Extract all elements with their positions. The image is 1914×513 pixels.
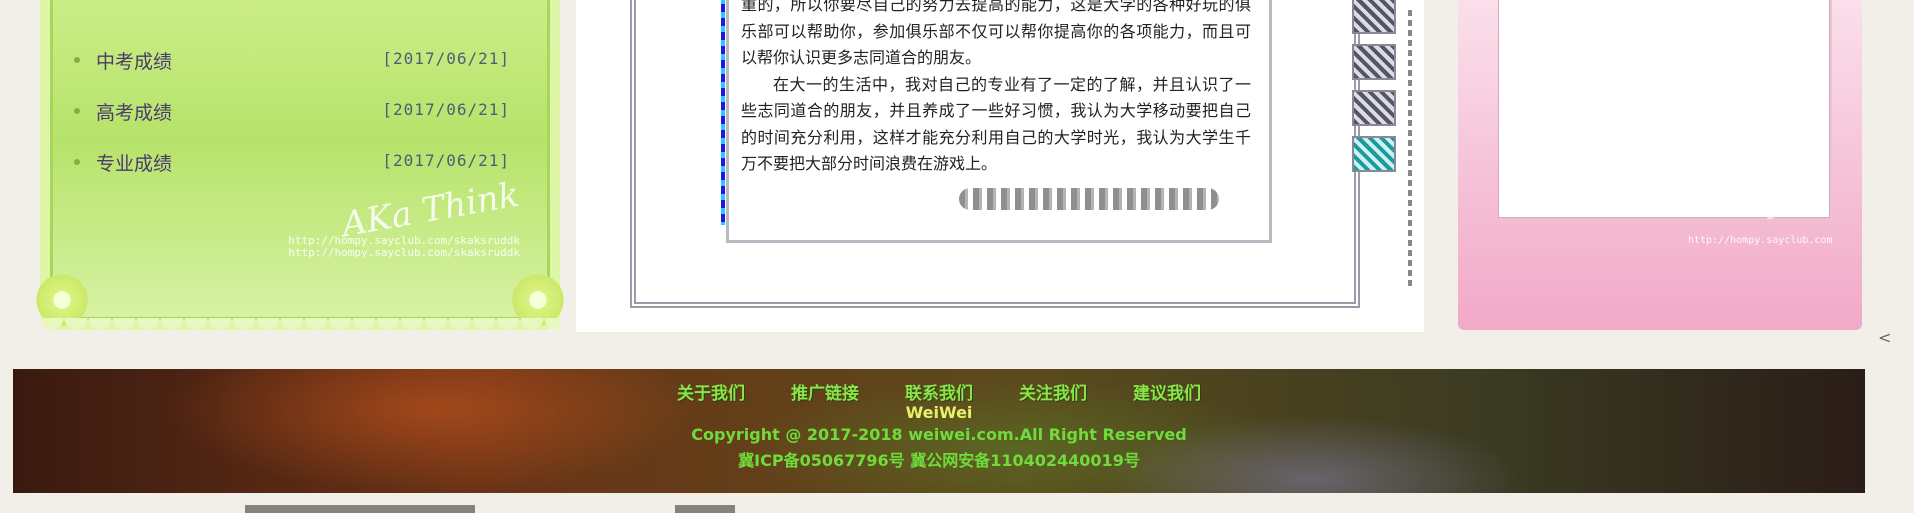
footer-link-about[interactable]: 关于我们 bbox=[677, 379, 745, 404]
bullet-icon bbox=[74, 159, 80, 165]
footer-nav: 关于我们 推广链接 联系我们 关注我们 建议我们 bbox=[13, 369, 1865, 404]
notepad-paper bbox=[1498, 0, 1830, 218]
news-title[interactable]: 专业成绩 bbox=[96, 149, 172, 176]
list-item[interactable]: 高考成绩 [2017/06/21] bbox=[70, 86, 510, 137]
list-item[interactable]: 中考成绩 [2017/06/21] bbox=[70, 35, 510, 86]
bottom-edge-decoration bbox=[245, 505, 475, 513]
article-paragraph: 重的，所以你要尽自己的努力去提高的能力，这是大学的各种好玩的俱乐部可以帮助你，参… bbox=[741, 0, 1251, 67]
news-title[interactable]: 中考成绩 bbox=[96, 47, 172, 74]
panel-signature-url: http://hompy.sayclub.com/skaksruddk http… bbox=[288, 234, 520, 259]
list-item[interactable]: 专业成绩 [2017/06/21] bbox=[70, 137, 510, 188]
ornament-icon bbox=[1352, 136, 1396, 172]
scroll-left-icon[interactable]: < bbox=[1878, 328, 1891, 347]
news-date: [2017/06/21] bbox=[382, 49, 510, 68]
news-date: [2017/06/21] bbox=[382, 100, 510, 119]
news-date: [2017/06/21] bbox=[382, 151, 510, 170]
footer-link-follow[interactable]: 关注我们 bbox=[1019, 379, 1087, 404]
footer-link-promote[interactable]: 推广链接 bbox=[791, 379, 859, 404]
frame-edge-decoration bbox=[721, 0, 725, 225]
news-title[interactable]: 高考成绩 bbox=[96, 98, 172, 125]
scallop-border bbox=[40, 318, 560, 342]
site-footer: 关于我们 推广链接 联系我们 关注我们 建议我们 WeiWei Copyrigh… bbox=[13, 369, 1865, 493]
article-frame-inner: 重的，所以你要尽自己的努力去提高的能力，这是大学的各种好玩的俱乐部可以帮助你，参… bbox=[721, 0, 1272, 243]
ornament-icon bbox=[1352, 44, 1396, 80]
footer-brand: WeiWei bbox=[905, 403, 973, 422]
panel-signature: Anyoutk bbox=[1738, 195, 1831, 220]
footer-copyright: Copyright @ 2017-2018 weiwei.com.All Rig… bbox=[691, 425, 1187, 444]
panel-signature-url: http://hompy.sayclub.com bbox=[1688, 235, 1833, 246]
bullet-icon bbox=[74, 57, 80, 63]
article-paragraph: 在大一的生活中，我对自己的专业有了一定的了解，并且认识了一些志同道合的朋友，并且… bbox=[741, 74, 1251, 174]
ornament-decoration bbox=[959, 188, 1219, 210]
article-area: 重的，所以你要尽自己的努力去提高的能力，这是大学的各种好玩的俱乐部可以帮助你，参… bbox=[576, 0, 1424, 332]
frame-side-decoration bbox=[1408, 10, 1412, 290]
ornament-icons bbox=[1352, 0, 1396, 182]
notepad-panel: Anyoutk http://hompy.sayclub.com bbox=[1458, 0, 1862, 330]
article-frame: 重的，所以你要尽自己的努力去提高的能力，这是大学的各种好玩的俱乐部可以帮助你，参… bbox=[630, 0, 1412, 308]
footer-link-contact[interactable]: 联系我们 bbox=[905, 379, 973, 404]
news-panel: 中考成绩 [2017/06/21] 高考成绩 [2017/06/21] 专业成绩… bbox=[32, 0, 568, 342]
footer-icp: 冀ICP备05067796号 冀公网安备110402440019号 bbox=[738, 451, 1140, 470]
news-list: 中考成绩 [2017/06/21] 高考成绩 [2017/06/21] 专业成绩… bbox=[70, 35, 510, 188]
article-text: 重的，所以你要尽自己的努力去提高的能力，这是大学的各种好玩的俱乐部可以帮助你，参… bbox=[741, 0, 1251, 178]
bullet-icon bbox=[74, 108, 80, 114]
bottom-edge-decoration bbox=[675, 505, 735, 513]
footer-link-suggest[interactable]: 建议我们 bbox=[1133, 379, 1201, 404]
ornament-icon bbox=[1352, 90, 1396, 126]
ornament-icon bbox=[1352, 0, 1396, 34]
